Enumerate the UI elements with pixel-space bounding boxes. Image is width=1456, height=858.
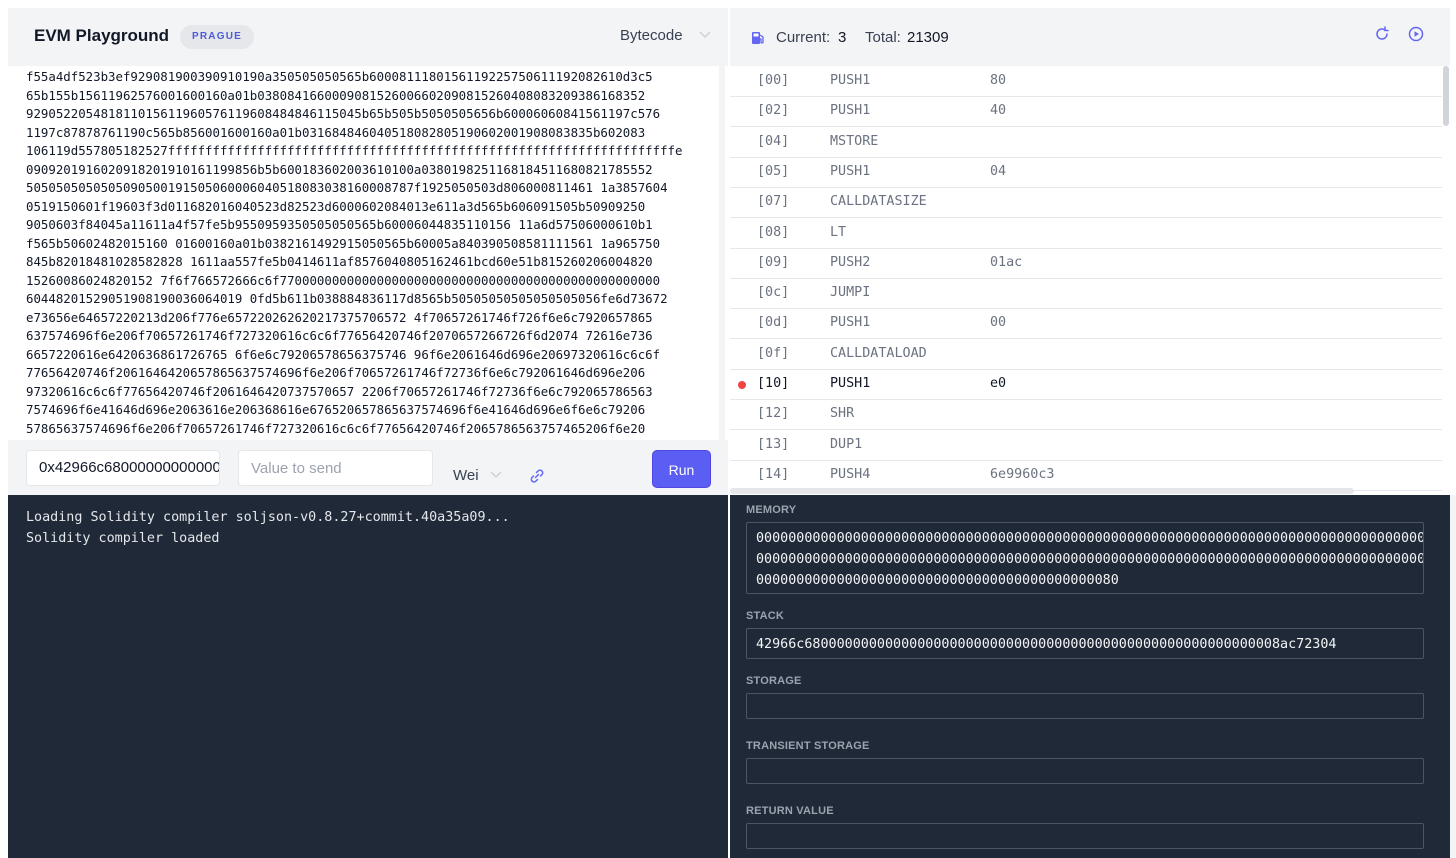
opcode-name: PUSH1	[830, 315, 871, 331]
storage-value	[747, 694, 1423, 704]
page-edge	[1450, 495, 1456, 858]
opcode-row[interactable]: [08] LT	[730, 218, 1442, 249]
storage-label: STORAGE	[746, 675, 802, 687]
opcode-name: PUSH1	[830, 163, 871, 179]
opcode-pc: [0d]	[757, 315, 790, 331]
stack-box[interactable]: 42966c6800000000000000000000000000000000…	[746, 628, 1424, 659]
run-bar: 0x42966c68000000000000000000000000000000…	[8, 440, 728, 495]
opcode-name: CALLDATALOAD	[830, 345, 927, 361]
reset-icon[interactable]	[1374, 26, 1390, 42]
opcode-list[interactable]: [00] PUSH1 80 [02] PUSH1 40 [04] MSTORE [05] PUSH…	[730, 66, 1442, 491]
stack-value: 42966c6800000000000000000000000000000000…	[756, 637, 1337, 652]
opcode-pc: [13]	[757, 436, 790, 452]
opcode-pc: [04]	[757, 133, 790, 149]
opcode-name: PUSH1	[830, 73, 871, 88]
opcode-row[interactable]: [09] PUSH2 01ac	[730, 248, 1442, 279]
state-panel: MEMORY 000000000000000000000000000000000…	[730, 495, 1450, 858]
link-icon[interactable]	[529, 468, 545, 484]
opcode-scrollbar[interactable]	[1443, 66, 1449, 126]
console-text: Loading Solidity compiler soljson-v0.8.2…	[26, 510, 510, 546]
bytecode-editor[interactable]: f55a4df523b3ef929081900390910190a3505050…	[8, 66, 728, 440]
app-title: EVM Playground	[34, 26, 170, 45]
execution-pane: Current: 3 Total: 21309 [00] PUSH1 80 [02] P…	[730, 8, 1450, 495]
opcode-pc: [00]	[757, 73, 790, 88]
stack-label: STACK	[746, 610, 785, 622]
memory-box[interactable]: 0000000000000000000000000000000000000000…	[746, 522, 1424, 594]
transient-storage-value	[747, 759, 1423, 769]
value-input[interactable]	[238, 450, 433, 486]
transient-storage-box[interactable]	[746, 758, 1424, 784]
opcode-arg: e0	[990, 376, 1007, 391]
top-strip	[0, 0, 1456, 8]
opcode-name: PUSH1	[830, 376, 871, 391]
mode-select[interactable]: Bytecode	[620, 27, 683, 44]
bytecode-text[interactable]: f55a4df523b3ef929081900390910190a3505050…	[26, 68, 682, 440]
execution-header: Current: 3 Total: 21309	[730, 8, 1450, 66]
opcode-arg: 6e9960c3	[990, 466, 1055, 482]
breakpoint-dot[interactable]	[738, 381, 746, 389]
opcode-pc: [10]	[757, 376, 790, 391]
opcode-hscrollbar[interactable]	[730, 488, 1354, 494]
opcode-pc: [12]	[757, 406, 790, 422]
opcode-pc: [02]	[757, 103, 790, 119]
return-value-label: RETURN VALUE	[746, 805, 834, 817]
return-value	[747, 824, 1423, 834]
opcode-name: PUSH1	[830, 103, 871, 119]
fork-badge[interactable]: PRAGUE	[180, 25, 254, 49]
opcode-pc: [0f]	[757, 345, 790, 361]
gas-total-value: 21309	[907, 29, 949, 46]
memory-label: MEMORY	[746, 504, 797, 516]
opcode-arg: 80	[990, 73, 1007, 88]
opcode-arg: 01ac	[990, 254, 1023, 270]
opcode-arg: 04	[990, 163, 1007, 179]
transient-storage-label: TRANSIENT STORAGE	[746, 740, 870, 752]
opcode-pc: [09]	[757, 254, 790, 270]
opcode-row[interactable]: [10] PUSH1 e0	[730, 369, 1442, 400]
opcode-name: PUSH2	[830, 254, 871, 270]
opcode-arg: 40	[990, 103, 1007, 119]
opcode-pc: [0c]	[757, 285, 790, 301]
editor-header: EVM Playground PRAGUE Bytecode	[8, 8, 728, 66]
chevron-down-icon[interactable]	[698, 30, 712, 40]
opcode-name: SHR	[830, 406, 855, 422]
opcode-row[interactable]: [14] PUSH4 6e9960c3	[730, 460, 1442, 491]
opcode-name: MSTORE	[830, 133, 879, 149]
opcode-row[interactable]: [0c] JUMPI	[730, 278, 1442, 310]
gas-current-label: Current:	[776, 29, 831, 46]
opcode-row[interactable]: [04] MSTORE	[730, 127, 1442, 158]
output-console: Loading Solidity compiler soljson-v0.8.2…	[8, 495, 728, 858]
calldata-input[interactable]: 0x42966c68000000000000000000000000000000…	[26, 450, 220, 486]
opcode-row[interactable]: [13] DUP1	[730, 430, 1442, 461]
opcode-pc: [05]	[757, 163, 790, 179]
opcode-row[interactable]: [02] PUSH1 40	[730, 96, 1442, 128]
chevron-down-icon[interactable]	[489, 470, 503, 480]
unit-select[interactable]: Wei	[453, 467, 479, 484]
opcode-row[interactable]: [00] PUSH1 80	[730, 66, 1442, 97]
play-circle-icon[interactable]	[1408, 26, 1424, 42]
opcode-row[interactable]: [05] PUSH1 04	[730, 157, 1442, 188]
opcode-pc: [08]	[757, 224, 790, 240]
opcode-name: JUMPI	[830, 285, 871, 301]
opcode-name: LT	[830, 224, 847, 240]
opcode-pc: [14]	[757, 466, 790, 482]
opcode-row[interactable]: [0f] CALLDATALOAD	[730, 339, 1442, 370]
opcode-name: DUP1	[830, 436, 863, 452]
editor-scrollbar[interactable]	[719, 66, 725, 440]
gas-total-label: Total:	[865, 29, 901, 46]
opcode-row[interactable]: [0d] PUSH1 00	[730, 308, 1442, 340]
opcode-name: CALLDATASIZE	[830, 194, 927, 210]
memory-value: 0000000000000000000000000000000000000000…	[756, 531, 1423, 588]
return-value-box[interactable]	[746, 823, 1424, 849]
opcode-row[interactable]: [07] CALLDATASIZE	[730, 187, 1442, 219]
gas-current-value: 3	[838, 29, 847, 46]
editor-pane: EVM Playground PRAGUE Bytecode f55a4df52…	[8, 8, 728, 495]
opcode-arg: 00	[990, 315, 1007, 331]
opcode-row[interactable]: [12] SHR	[730, 399, 1442, 431]
run-button[interactable]: Run	[652, 450, 711, 488]
opcode-name: PUSH4	[830, 466, 871, 482]
gas-pump-icon	[752, 32, 764, 44]
storage-box[interactable]	[746, 693, 1424, 719]
opcode-pc: [07]	[757, 194, 790, 210]
